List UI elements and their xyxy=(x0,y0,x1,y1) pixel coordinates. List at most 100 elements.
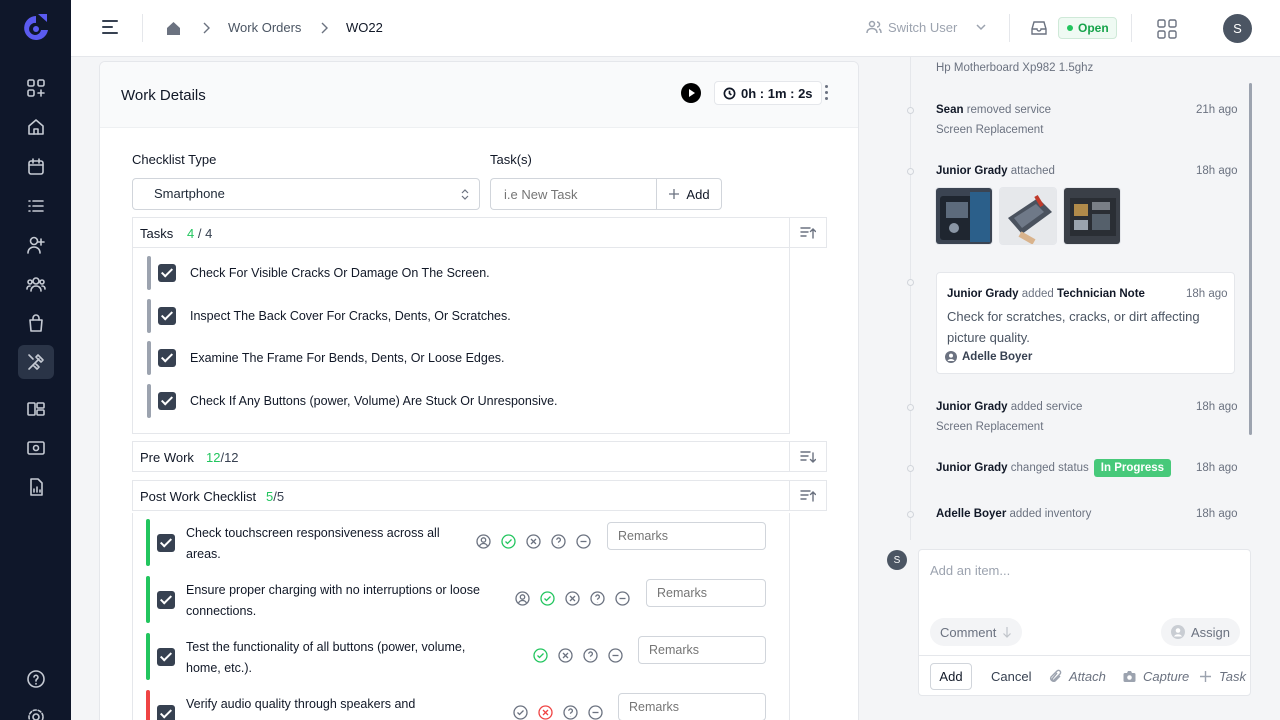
minus-circle-icon[interactable] xyxy=(608,648,623,663)
task-row-indicator xyxy=(147,299,151,333)
apps-grid-icon[interactable] xyxy=(1156,18,1178,40)
switch-user-button[interactable]: Switch User xyxy=(866,19,989,35)
minus-circle-icon[interactable] xyxy=(576,534,591,549)
work-details-card: Work Details 0h : 1m : 2s Checklist Type… xyxy=(99,61,859,720)
nav-add-user-icon[interactable] xyxy=(18,228,54,262)
tasks-section-header[interactable]: Tasks 4 / 4 xyxy=(132,217,790,248)
checklist-row: Check touchscreen responsiveness across … xyxy=(146,519,786,566)
activity-user[interactable]: Adelle Boyer xyxy=(936,508,1006,520)
nav-help-icon[interactable] xyxy=(18,662,54,696)
inbox-icon[interactable] xyxy=(1029,18,1049,38)
nav-layout-icon[interactable] xyxy=(18,392,54,426)
camera-icon xyxy=(1123,671,1136,682)
activity-action: added xyxy=(1021,288,1054,300)
nav-tools-icon[interactable] xyxy=(18,345,54,379)
question-circle-icon[interactable] xyxy=(551,534,566,549)
card-title: Work Details xyxy=(121,87,206,104)
remarks-input[interactable] xyxy=(638,636,766,664)
comment-box: Add an item... Comment Assign Add Cancel… xyxy=(918,549,1251,696)
activity-user[interactable]: Junior Grady xyxy=(936,165,1008,177)
task-checkbox[interactable] xyxy=(158,349,176,367)
nav-calendar-icon[interactable] xyxy=(18,150,54,184)
user-circle-icon[interactable] xyxy=(515,591,530,606)
checklist-type-value: Smartphone xyxy=(154,186,225,201)
check-circle-icon[interactable] xyxy=(501,534,516,549)
nav-reports-icon[interactable] xyxy=(18,470,54,504)
x-circle-icon[interactable] xyxy=(526,534,541,549)
nav-settings-icon[interactable] xyxy=(18,700,54,720)
activity-scrollbar[interactable] xyxy=(1249,83,1252,435)
question-circle-icon[interactable] xyxy=(563,705,578,720)
app-logo[interactable] xyxy=(22,13,50,43)
add-comment-button[interactable]: Add xyxy=(930,663,972,690)
task-checkbox[interactable] xyxy=(158,392,176,410)
activity-user[interactable]: Junior Grady xyxy=(947,288,1019,300)
check-circle-icon[interactable] xyxy=(540,591,555,606)
activity-time: 18h ago xyxy=(1196,508,1238,520)
add-task-footer-button[interactable]: Task xyxy=(1198,669,1246,684)
attachment-thumbnail[interactable] xyxy=(999,187,1057,245)
menu-toggle-icon[interactable] xyxy=(102,20,118,34)
x-circle-icon[interactable] xyxy=(565,591,580,606)
remarks-input[interactable] xyxy=(618,693,766,720)
card-header: Work Details 0h : 1m : 2s xyxy=(100,62,858,128)
play-timer-button[interactable] xyxy=(681,83,701,103)
nav-billing-icon[interactable] xyxy=(18,431,54,465)
x-circle-icon[interactable] xyxy=(538,705,553,720)
remarks-input[interactable] xyxy=(646,579,766,607)
new-task-input[interactable] xyxy=(490,178,657,210)
x-circle-icon[interactable] xyxy=(558,648,573,663)
task-checkbox[interactable] xyxy=(158,307,176,325)
post-work-sort-button[interactable] xyxy=(790,480,827,511)
nav-list-icon[interactable] xyxy=(18,189,54,223)
add-task-button[interactable]: Add xyxy=(656,178,722,210)
question-circle-icon[interactable] xyxy=(583,648,598,663)
nav-home-icon[interactable] xyxy=(18,110,54,144)
nav-shopping-bag-icon[interactable] xyxy=(18,306,54,340)
top-header: Work Orders WO22 Switch User Open S xyxy=(71,0,1280,57)
question-circle-icon[interactable] xyxy=(590,591,605,606)
checklist-type-select[interactable]: Smartphone xyxy=(132,178,480,210)
cancel-button[interactable]: Cancel xyxy=(991,669,1031,684)
sort-up-icon xyxy=(800,226,816,239)
nav-team-icon[interactable] xyxy=(18,267,54,301)
checklist-checkbox[interactable] xyxy=(157,591,175,609)
capture-button[interactable]: Capture xyxy=(1122,669,1189,684)
post-work-section-header[interactable]: Post Work Checklist 5/5 xyxy=(132,480,790,511)
checklist-row-indicator xyxy=(146,519,150,566)
user-avatar[interactable]: S xyxy=(1223,14,1252,43)
checklist-checkbox[interactable] xyxy=(157,534,175,552)
comment-type-dropdown[interactable]: Comment xyxy=(930,618,1023,646)
check-circle-icon[interactable] xyxy=(533,648,548,663)
remarks-input[interactable] xyxy=(607,522,766,550)
more-options-icon[interactable] xyxy=(825,85,829,101)
activity-user[interactable]: Junior Grady xyxy=(936,401,1008,413)
attachment-thumbnail[interactable] xyxy=(1063,187,1121,245)
activity-user[interactable]: Sean xyxy=(936,104,964,116)
tasks-sort-button[interactable] xyxy=(790,217,827,248)
attachment-image xyxy=(1000,188,1056,244)
task-label: Task xyxy=(1219,669,1246,684)
checklist-checkbox[interactable] xyxy=(157,705,175,720)
nav-dashboard-add-icon[interactable] xyxy=(18,71,54,105)
user-circle-icon[interactable] xyxy=(476,534,491,549)
pre-work-sort-button[interactable] xyxy=(790,441,827,472)
pre-work-section-header[interactable]: Pre Work 12/12 xyxy=(132,441,790,472)
minus-circle-icon[interactable] xyxy=(615,591,630,606)
comment-input[interactable]: Add an item... xyxy=(930,563,1010,578)
attach-button[interactable]: Attach xyxy=(1048,669,1106,684)
home-icon[interactable] xyxy=(165,20,182,37)
task-checkbox[interactable] xyxy=(158,264,176,282)
checklist-checkbox[interactable] xyxy=(157,648,175,666)
checklist-row-indicator xyxy=(146,576,150,623)
capture-label: Capture xyxy=(1143,669,1190,684)
minus-circle-icon[interactable] xyxy=(588,705,603,720)
status-options xyxy=(476,534,591,549)
status-badge[interactable]: Open xyxy=(1058,17,1117,39)
check-circle-icon[interactable] xyxy=(513,705,528,720)
task-row: Inspect The Back Cover For Cracks, Dents… xyxy=(147,299,787,333)
assign-button[interactable]: Assign xyxy=(1161,618,1241,646)
activity-user[interactable]: Junior Grady xyxy=(936,462,1008,474)
attachment-thumbnail[interactable] xyxy=(935,187,993,245)
breadcrumb-work-orders[interactable]: Work Orders xyxy=(228,20,301,35)
